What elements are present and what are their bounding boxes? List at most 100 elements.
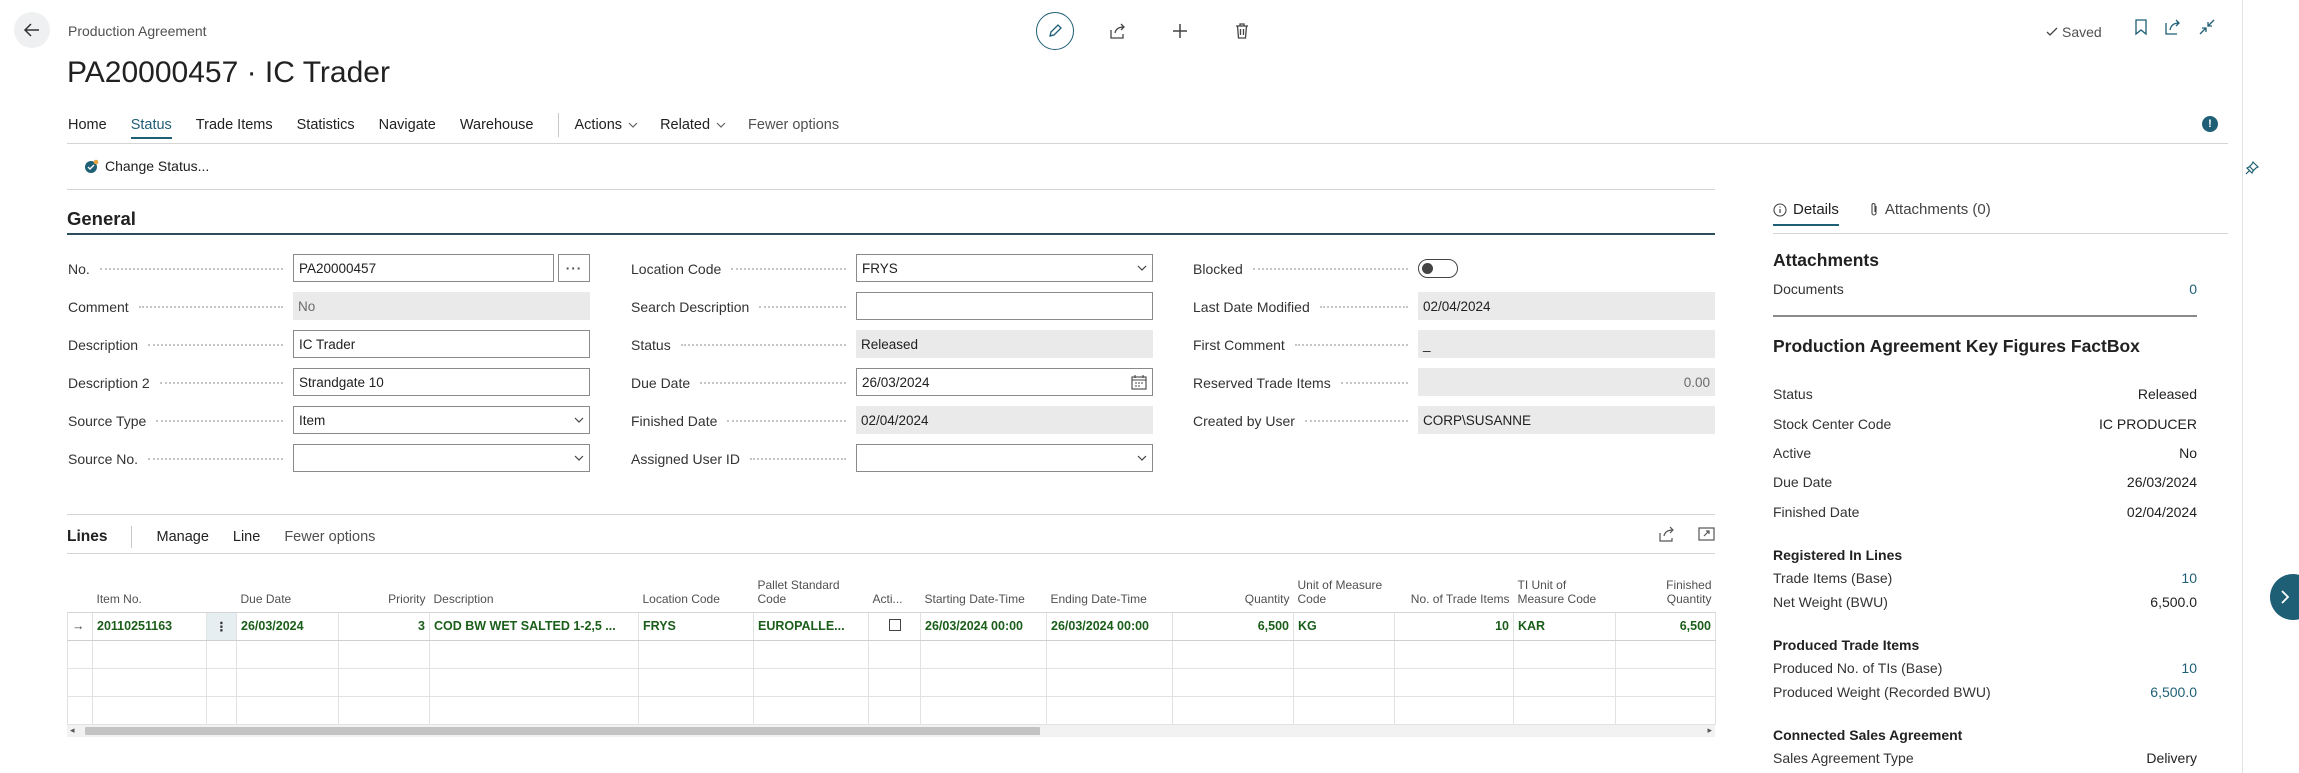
bookmark-icon[interactable] [2134, 18, 2148, 36]
ti-base-value[interactable]: 10 [2181, 570, 2197, 586]
tab-navigate[interactable]: Navigate [379, 117, 436, 139]
cell-no-of-trade-items[interactable]: 10 [1394, 611, 1514, 641]
change-status-button[interactable]: Change Status... [84, 158, 209, 174]
cell-due-date[interactable]: 26/03/2024 [236, 611, 339, 641]
cell-description[interactable]: COD BW WET SALTED 1-2,5 ... [429, 611, 639, 641]
table-row-empty[interactable] [67, 639, 1716, 669]
documents-value[interactable]: 0 [2189, 281, 2197, 297]
table-row-empty[interactable] [67, 667, 1716, 697]
lines-divider [67, 514, 1715, 515]
col-unit-of-measure[interactable]: Unit of Measure Code [1293, 565, 1395, 613]
source-no-select[interactable] [293, 444, 590, 472]
cell-unit-of-measure[interactable]: KG [1293, 611, 1395, 641]
col-description[interactable]: Description [429, 565, 639, 613]
tabs-divider [67, 143, 2228, 144]
related-menu-label: Related [660, 117, 711, 133]
share-icon[interactable] [1658, 526, 1676, 542]
share-button[interactable] [1100, 13, 1136, 49]
col-ti-unit-of-measure[interactable]: TI Unit of Measure Code [1513, 565, 1616, 613]
factbox-tab-attachments[interactable]: Attachments (0) [1869, 201, 1991, 226]
no-assist-button[interactable]: ··· [558, 254, 590, 282]
table-row-empty[interactable] [67, 695, 1716, 725]
cell-ti-unit-of-measure[interactable]: KAR [1513, 611, 1616, 641]
lines-line-menu[interactable]: Line [233, 529, 260, 545]
col-due-date[interactable]: Due Date [236, 565, 339, 613]
cell-starting-date-time[interactable]: 26/03/2024 00:00 [920, 611, 1047, 641]
active-checkbox[interactable] [888, 618, 901, 631]
col-finished-quantity[interactable]: Finished Quantity [1615, 565, 1716, 613]
description-field[interactable]: IC Trader [293, 330, 590, 358]
tab-home[interactable]: Home [68, 117, 107, 139]
scroll-right-icon[interactable]: ▸ [1707, 725, 1712, 736]
delete-button[interactable] [1224, 13, 1260, 49]
tab-status[interactable]: Status [130, 117, 172, 139]
tab-statistics[interactable]: Statistics [297, 117, 355, 139]
source-type-select[interactable]: Item [293, 406, 590, 434]
fewer-options-button[interactable]: Fewer options [748, 117, 839, 139]
table-row[interactable]: → 20110251163 ⋮ 26/03/2024 3 COD BW WET … [67, 611, 1716, 641]
scrollbar-thumb[interactable] [85, 727, 1040, 735]
cell-priority[interactable]: 3 [338, 611, 430, 641]
general-section-underline [67, 233, 1715, 235]
check-icon [2046, 27, 2058, 36]
col-pallet-standard-code[interactable]: Pallet Standard Code [753, 565, 869, 613]
search-description-field[interactable] [856, 292, 1153, 320]
row-selector-arrow[interactable]: → [67, 611, 93, 641]
open-new-window-icon[interactable] [2164, 18, 2182, 36]
status-field: Released [856, 330, 1153, 358]
expand-icon[interactable] [1698, 526, 1716, 542]
due-date-field[interactable]: 26/03/2024 [856, 368, 1153, 396]
cell-finished-quantity[interactable]: 6,500 [1615, 611, 1716, 641]
produced-no-value[interactable]: 10 [2181, 660, 2197, 676]
pin-icon[interactable] [2244, 160, 2260, 179]
col-quantity[interactable]: Quantity [1172, 565, 1294, 613]
chevron-down-icon [1137, 265, 1147, 271]
cell-pallet[interactable]: EUROPALLE... [753, 611, 869, 641]
kf-finished-label: Finished Date [1773, 504, 1860, 520]
tab-warehouse[interactable]: Warehouse [460, 117, 534, 139]
col-starting-date-time[interactable]: Starting Date-Time [920, 565, 1047, 613]
col-item-no[interactable]: Item No. [92, 565, 207, 613]
cell-active[interactable] [868, 611, 921, 641]
cell-location-code[interactable]: FRYS [638, 611, 754, 641]
row-menu-button[interactable]: ⋮ [206, 611, 237, 641]
col-no-of-trade-items[interactable]: No. of Trade Items [1394, 565, 1514, 613]
tab-trade-items[interactable]: Trade Items [196, 117, 273, 139]
factbox-tab-details[interactable]: Details [1773, 201, 1839, 226]
col-location-code[interactable]: Location Code [638, 565, 754, 613]
col-priority[interactable]: Priority [338, 565, 430, 613]
back-button[interactable] [14, 12, 50, 48]
description2-field[interactable]: Strandgate 10 [293, 368, 590, 396]
location-code-select[interactable]: FRYS [856, 254, 1153, 282]
lines-fewer-options[interactable]: Fewer options [284, 529, 375, 545]
cell-item-no[interactable]: 20110251163 [92, 611, 207, 641]
page-actions [1036, 12, 1260, 50]
edit-button[interactable] [1036, 12, 1074, 50]
first-comment-label: First Comment [1193, 337, 1418, 353]
blocked-toggle[interactable] [1418, 259, 1458, 278]
source-no-label: Source No. [68, 451, 293, 467]
collapse-factbox-button[interactable] [2270, 574, 2299, 620]
actions-menu[interactable]: Actions [575, 117, 639, 139]
assigned-user-select[interactable] [856, 444, 1153, 472]
cell-quantity[interactable]: 6,500 [1172, 611, 1294, 641]
factbox-tabs-divider [1773, 233, 2228, 234]
collapse-icon[interactable] [2198, 18, 2216, 36]
lines-title: Lines [67, 528, 108, 545]
new-button[interactable] [1162, 13, 1198, 49]
related-menu[interactable]: Related [660, 117, 726, 139]
horizontal-scrollbar[interactable]: ◂ ▸ [67, 725, 1715, 737]
finished-date-field: 02/04/2024 [856, 406, 1153, 434]
no-field[interactable]: PA20000457 [293, 254, 554, 282]
produced-weight-value[interactable]: 6,500.0 [2150, 684, 2197, 700]
lines-manage-menu[interactable]: Manage [156, 529, 208, 545]
col-ending-date-time[interactable]: Ending Date-Time [1046, 565, 1173, 613]
scroll-left-icon[interactable]: ◂ [70, 725, 75, 736]
lines-toolbar: Lines Manage Line Fewer options [67, 526, 399, 548]
description2-label: Description 2 [68, 375, 293, 391]
info-icon[interactable]: ! [2202, 116, 2218, 132]
col-active[interactable]: Acti... [868, 565, 921, 613]
calendar-icon[interactable] [1131, 374, 1147, 390]
plus-icon [1173, 24, 1187, 38]
cell-ending-date-time[interactable]: 26/03/2024 00:00 [1046, 611, 1173, 641]
